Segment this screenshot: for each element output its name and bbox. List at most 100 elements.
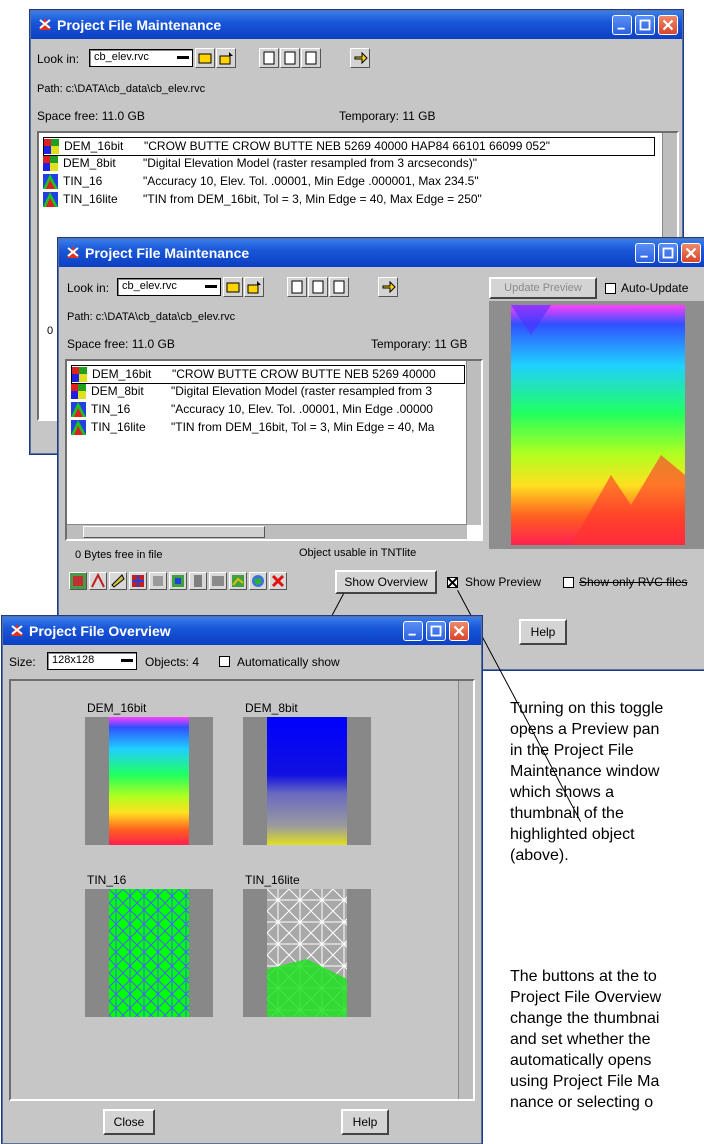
show-preview-checkbox[interactable] <box>447 577 458 588</box>
show-only-rvc-checkbox[interactable] <box>563 577 574 588</box>
callout-line-text: opens a Preview pan <box>510 721 660 738</box>
table-tool-button[interactable] <box>209 572 227 590</box>
database-tool-button[interactable] <box>169 572 187 590</box>
vertical-scrollbar[interactable] <box>458 681 473 1099</box>
minimize-button[interactable] <box>612 15 632 35</box>
temporary-label: Temporary: 11 GB <box>339 109 436 123</box>
maximize-button[interactable] <box>635 15 655 35</box>
open-folder-button[interactable] <box>195 48 215 68</box>
horizontal-scrollbar[interactable] <box>67 524 467 539</box>
object-desc: "TIN from DEM_16bit, Tol = 3, Min Edge =… <box>143 192 482 206</box>
thumbnail[interactable] <box>85 717 213 845</box>
minimize-button[interactable] <box>635 243 655 263</box>
dem8-thumbnail-image <box>267 717 347 845</box>
maximize-icon <box>639 19 651 31</box>
region-tool-button[interactable] <box>149 572 167 590</box>
callout-line-text: Turning on this toggle <box>510 700 664 717</box>
delete-button[interactable] <box>269 572 287 590</box>
maximize-button[interactable] <box>426 621 446 641</box>
new-file-button[interactable] <box>259 48 279 68</box>
thumb-label: DEM_16bit <box>87 701 147 715</box>
close-button[interactable] <box>681 243 701 263</box>
navigate-button[interactable] <box>350 48 370 68</box>
path-label: Path: c:\DATA\cb_data\cb_elev.rvc <box>37 83 206 95</box>
navigate-button[interactable] <box>378 277 398 297</box>
title-bar[interactable]: Project File Maintenance <box>59 239 704 267</box>
thumbnail[interactable] <box>85 889 213 1017</box>
minimize-button[interactable] <box>403 621 423 641</box>
look-in-label: Look in: <box>37 52 80 66</box>
update-preview-button[interactable]: Update Preview <box>489 277 597 299</box>
thumbnail[interactable] <box>243 717 371 845</box>
object-desc: "Digital Elevation Model (raster resampl… <box>171 384 433 398</box>
vector-tool-button[interactable] <box>89 572 107 590</box>
tnt-logo-icon <box>67 246 79 258</box>
tnt-logo-icon <box>11 624 23 636</box>
globe-tool-button[interactable] <box>249 572 267 590</box>
tin16-thumbnail-image <box>109 889 189 1017</box>
look-in-combo[interactable]: cb_elev.rvc <box>89 49 193 67</box>
raster-icon <box>71 384 86 399</box>
new-subobject-button[interactable] <box>301 48 321 68</box>
style-tool-icon <box>194 575 202 587</box>
raster-icon <box>72 367 87 382</box>
new-object-button[interactable] <box>280 48 300 68</box>
show-only-rvc-label: Show only RVC files <box>579 575 688 589</box>
cad-tool-button[interactable] <box>109 572 127 590</box>
vertical-scrollbar[interactable] <box>466 361 481 525</box>
tin-tool-button[interactable] <box>129 572 147 590</box>
callout-line-text: in the Project File <box>510 742 634 759</box>
callout-line-text: and set whether the <box>510 1031 651 1048</box>
look-in-value: cb_elev.rvc <box>122 280 177 292</box>
show-overview-button[interactable]: Show Overview <box>335 570 437 594</box>
arrow-right-icon <box>382 280 396 294</box>
look-in-combo[interactable]: cb_elev.rvc <box>117 278 221 296</box>
new-subobject-icon <box>333 280 345 294</box>
new-subobject-button[interactable] <box>329 277 349 297</box>
up-folder-button[interactable] <box>216 48 236 68</box>
update-preview-label: Update Preview <box>504 282 582 294</box>
new-object-button[interactable] <box>308 277 328 297</box>
callout-line-text: automatically opens <box>510 1052 652 1069</box>
close-dialog-button[interactable]: Close <box>103 1109 155 1135</box>
dem16-thumbnail-image <box>109 717 189 845</box>
size-combo[interactable]: 128x128 <box>47 652 137 670</box>
style-tool-button[interactable] <box>189 572 207 590</box>
open-folder-button[interactable] <box>223 277 243 297</box>
auto-update-checkbox[interactable] <box>605 283 616 294</box>
callout-line-text: Maintenance window <box>510 763 660 780</box>
object-name: TIN_16lite <box>91 420 146 434</box>
chart-tool-button[interactable] <box>229 572 247 590</box>
maximize-button[interactable] <box>658 243 678 263</box>
close-icon <box>685 247 697 259</box>
help-button[interactable]: Help <box>341 1109 389 1135</box>
callout-line-text: (above). <box>510 847 569 864</box>
callout-line-text: Project File Overview <box>510 989 662 1006</box>
list-item-selected[interactable]: DEM_16bit "CROW BUTTE CROW BUTTE NEB 526… <box>43 137 655 156</box>
project-file-maintenance-window: Project File Maintenance Look in: cb_ele… <box>58 238 704 670</box>
tin-icon <box>71 420 86 435</box>
show-overview-label: Show Overview <box>344 575 428 589</box>
title-bar[interactable]: Project File Maintenance <box>31 11 682 39</box>
raster-tool-button[interactable] <box>69 572 87 590</box>
thumbnail[interactable] <box>243 889 371 1017</box>
help-button[interactable]: Help <box>519 619 567 645</box>
delete-icon <box>271 574 285 588</box>
new-subobject-icon <box>305 51 317 65</box>
up-folder-button[interactable] <box>244 277 264 297</box>
scrollbar-thumb[interactable] <box>83 526 265 538</box>
checkmark-icon <box>448 578 457 587</box>
thumb-label: DEM_8bit <box>245 701 298 715</box>
object-list[interactable]: DEM_16bit "CROW BUTTE CROW BUTTE NEB 526… <box>65 359 483 541</box>
new-file-button[interactable] <box>287 277 307 297</box>
close-button[interactable] <box>449 621 469 641</box>
maximize-icon <box>430 625 442 637</box>
close-icon <box>662 19 674 31</box>
title-bar[interactable]: Project File Overview <box>3 617 481 645</box>
callout-line-text: nance or selecting o <box>510 1094 654 1111</box>
preview-image <box>511 305 685 545</box>
list-item-selected[interactable]: DEM_16bit "CROW BUTTE CROW BUTTE NEB 526… <box>71 365 465 384</box>
path-label: Path: c:\DATA\cb_data\cb_elev.rvc <box>67 311 236 323</box>
automatically-show-checkbox[interactable] <box>219 656 230 667</box>
close-button[interactable] <box>658 15 678 35</box>
